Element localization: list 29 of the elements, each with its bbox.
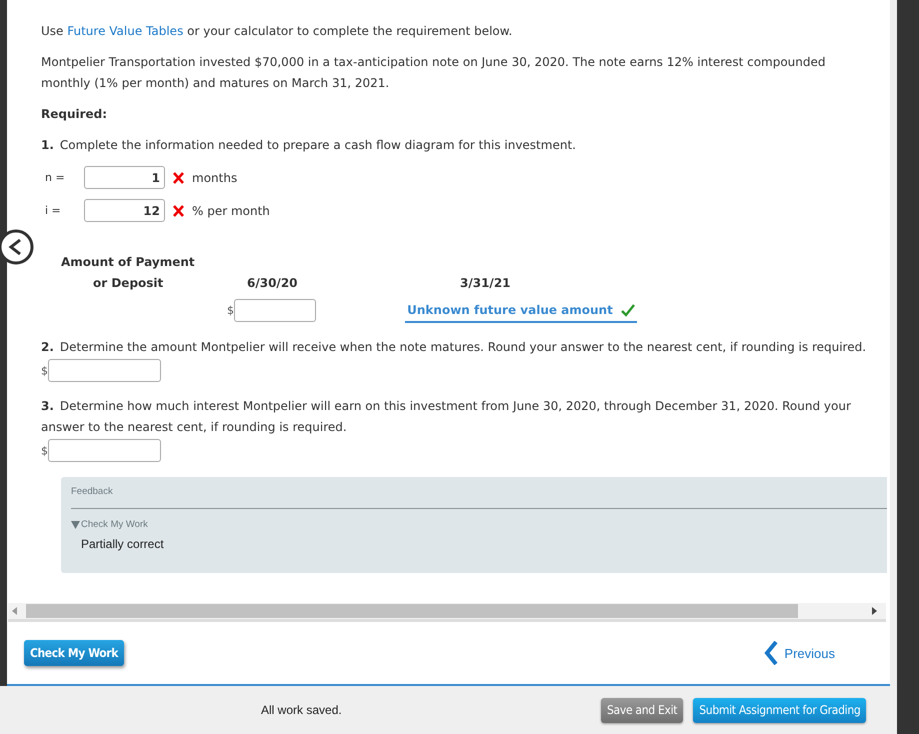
column-heading: Amount of Payment: [61, 254, 196, 271]
currency-sign: $: [227, 304, 234, 317]
date-label: 3/31/21: [459, 275, 512, 292]
currency-sign: $: [41, 364, 48, 378]
previous-button[interactable]: Previous: [764, 641, 835, 665]
variable-label: i =: [45, 204, 62, 217]
unit-label: months: [192, 170, 238, 184]
column-heading: or Deposit: [92, 275, 164, 292]
feedback-result: Partially correct: [81, 537, 165, 551]
answer-text: Unknown future value amount: [407, 303, 613, 317]
question-text: 3. Determine how much interest Montpelier will earn on this investment from June 30, 2020, through December 31, 2020. Round your answer to the nearest cent, if rounding is required.: [41, 398, 852, 436]
currency-sign: $: [41, 444, 48, 458]
answer-field[interactable]: 12: [84, 199, 165, 222]
variable-label: n =: [45, 171, 66, 184]
submit-button[interactable]: Submit Assignment for Grading: [693, 698, 866, 722]
unit-label: % per month: [192, 204, 270, 218]
instruction-text: Use Future Value Tables or your calculator to complete the requirement below.: [41, 23, 514, 40]
feedback-title: Feedback: [71, 486, 113, 497]
check-my-work-toggle[interactable]: Check My Work: [81, 519, 148, 530]
save-status: All work saved.: [261, 703, 343, 717]
question-text: 1. Complete the information needed to prepare a cash flow diagram for this investment.: [41, 137, 577, 154]
save-exit-button[interactable]: Save and Exit: [601, 698, 684, 722]
check-my-work-button[interactable]: Check My Work: [24, 640, 124, 666]
date-label: 6/30/20: [246, 275, 299, 292]
answer-field[interactable]: 1: [84, 166, 165, 189]
future-value-tables-link[interactable]: Future Value Tables: [67, 24, 184, 38]
required-heading: Required:: [41, 106, 108, 123]
question-text: 2. Determine the amount Montpelier will receive when the note matures. Round your answer to the nearest cent, if rounding is required.: [41, 339, 868, 356]
problem-text: Montpelier Transportation invested $70,000 in a tax-anticipation note on June 30, 2020. The note earns 12% interest compounded monthly (1% per month) and matures on March 31, 2021.: [41, 54, 827, 92]
